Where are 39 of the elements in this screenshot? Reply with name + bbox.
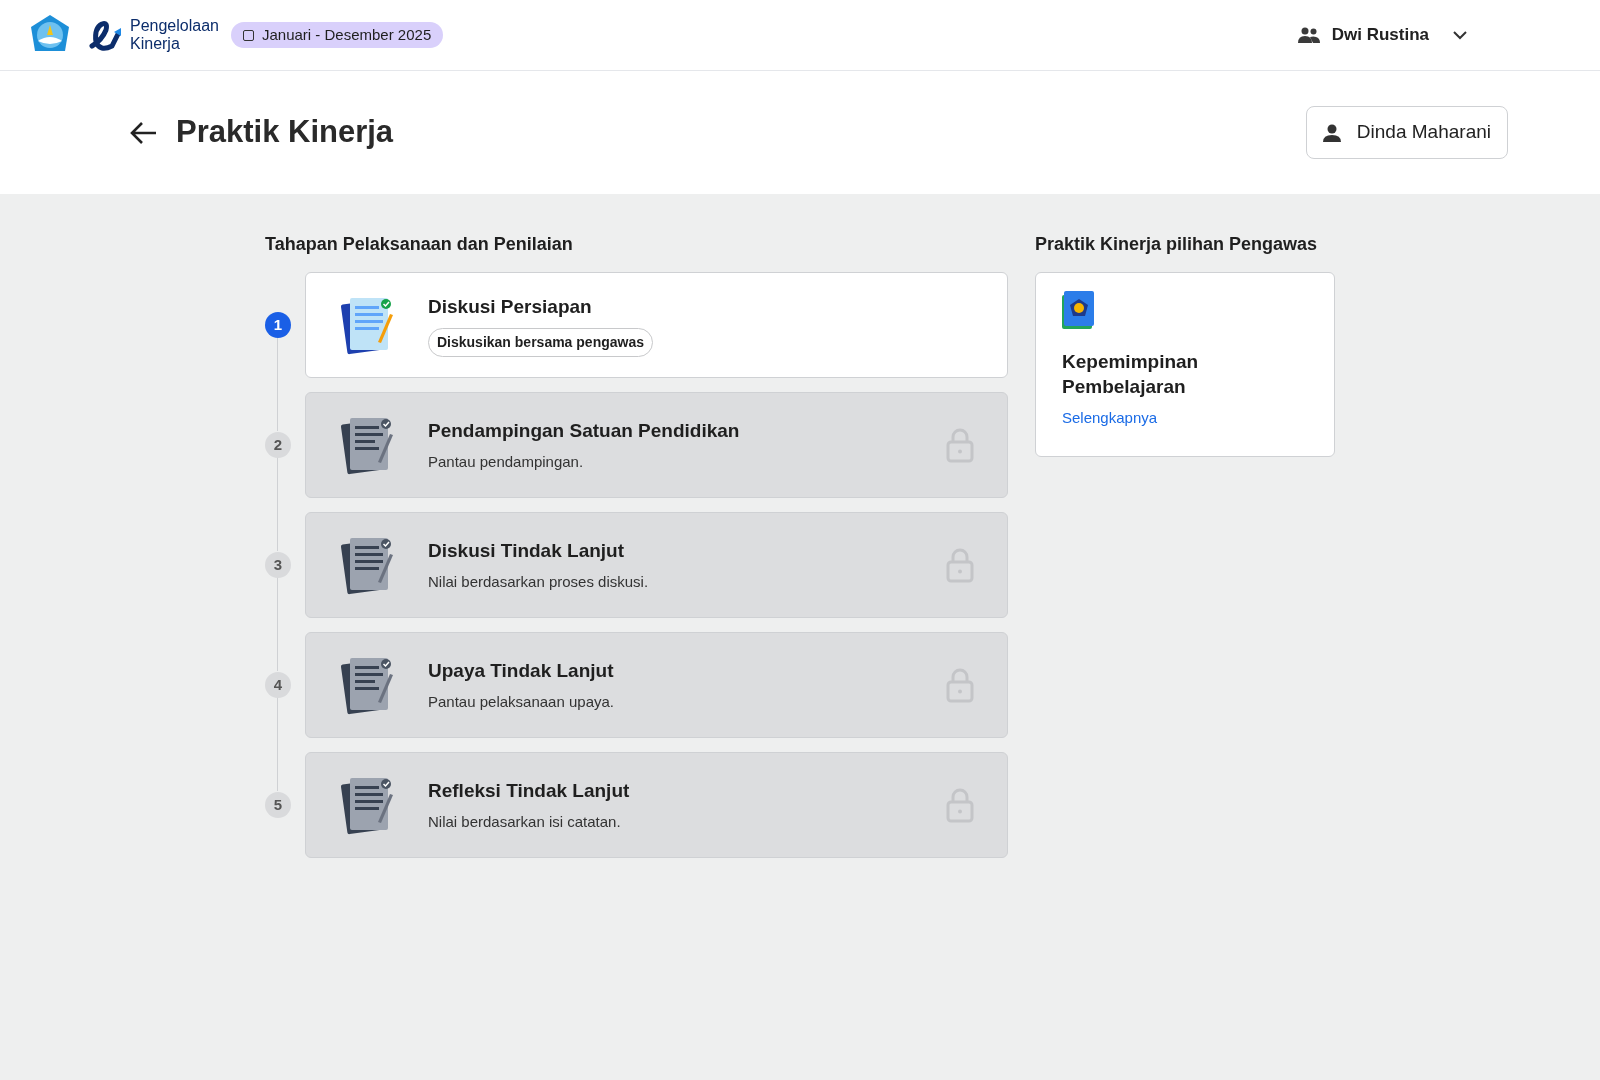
- lock-icon: [945, 787, 975, 823]
- section-title: Tahapan Pelaksanaan dan Penilaian: [265, 233, 574, 256]
- brand-name: Pengelolaan Kinerja: [130, 17, 219, 53]
- lock-icon: [945, 427, 975, 463]
- step-card[interactable]: Diskusi Tindak Lanjut Nilai berdasarkan proses diskusi.: [305, 512, 1008, 618]
- person-button[interactable]: Dinda Maharani: [1305, 106, 1508, 159]
- step-card[interactable]: Pendampingan Satuan Pendidikan Pantau pendampingan.: [305, 392, 1008, 498]
- step-card[interactable]: Upaya Tindak Lanjut Pantau pelaksanaan upaya.: [305, 632, 1008, 738]
- program-title: Kepemimpinan Pembelajaran: [1062, 350, 1200, 399]
- period-badge[interactable]: Januari - Desember 2025: [230, 22, 444, 48]
- book-badge-icon: [1062, 291, 1094, 329]
- step-number: 3: [265, 552, 291, 578]
- chevron-down-icon: [1453, 30, 1467, 40]
- step-card[interactable]: Diskusi Persiapan Diskusikan bersama pengawas: [305, 272, 1008, 378]
- step-number: 2: [265, 432, 291, 458]
- user-menu-button[interactable]: Dwi Rustina: [1297, 22, 1467, 48]
- step-title: Diskusi Persiapan: [428, 295, 593, 320]
- step-card[interactable]: Refleksi Tindak Lanjut Nilai berdasarkan isi catatan.: [305, 752, 1008, 858]
- step-description: Nilai berdasarkan isi catatan.: [428, 812, 622, 832]
- step-title: Refleksi Tindak Lanjut: [428, 778, 630, 803]
- more-link[interactable]: Selengkapnya: [1062, 407, 1308, 430]
- step-title: Diskusi Tindak Lanjut: [428, 538, 626, 563]
- people-icon: [1297, 27, 1320, 43]
- step-title: Pendampingan Satuan Pendidikan: [428, 418, 740, 443]
- step-number: 5: [265, 792, 291, 818]
- step-number: 1: [265, 312, 291, 338]
- step-number: 4: [265, 672, 291, 698]
- checkbox-icon: [242, 29, 254, 41]
- program-card[interactable]: Kepemimpinan Pembelajaran Selengkapnya: [1035, 272, 1335, 457]
- step-description: Pantau pelaksanaan upaya.: [428, 692, 614, 712]
- page-title: Praktik Kinerja: [176, 113, 394, 152]
- person-icon: [1322, 123, 1341, 142]
- lock-icon: [945, 667, 975, 703]
- lock-icon: [945, 547, 975, 583]
- section-title: Praktik Kinerja pilihan Pengawas: [1035, 233, 1319, 256]
- step-description: Pantau pendampingan.: [428, 452, 585, 472]
- step-description: Nilai berdasarkan proses diskusi.: [428, 572, 649, 592]
- step-title: Upaya Tindak Lanjut: [428, 658, 614, 683]
- back-arrow-icon: [130, 120, 158, 145]
